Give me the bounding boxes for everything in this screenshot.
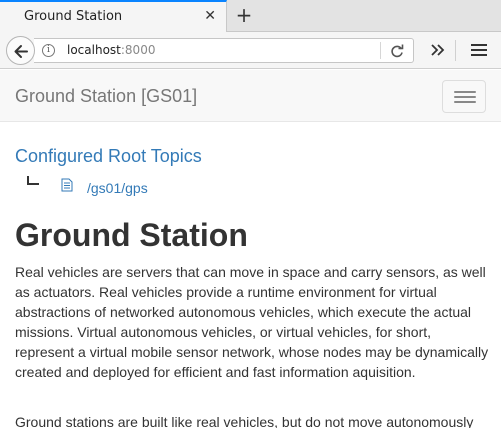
hamburger-menu-icon[interactable] bbox=[470, 43, 488, 57]
toggle-bar-icon bbox=[454, 96, 476, 98]
page-title: Ground Station bbox=[15, 217, 248, 253]
url-host: localhost bbox=[67, 43, 121, 57]
back-button[interactable] bbox=[6, 36, 35, 65]
toggle-bar-icon bbox=[454, 91, 476, 93]
intro-paragraph: Real vehicles are servers that can move … bbox=[15, 264, 489, 380]
tree-connector-icon bbox=[27, 176, 39, 185]
ground-station-paragraph: Ground stations are built like real vehi… bbox=[15, 414, 474, 428]
document-icon bbox=[61, 178, 73, 192]
url-port: :8000 bbox=[120, 43, 156, 57]
url-text: localhost:8000 bbox=[67, 43, 155, 57]
info-icon[interactable]: i bbox=[42, 44, 55, 57]
toolbar-divider bbox=[455, 40, 456, 61]
reload-icon[interactable] bbox=[389, 43, 405, 59]
tab-title: Ground Station bbox=[24, 9, 123, 24]
back-arrow-icon bbox=[14, 45, 28, 58]
browser-nav-bar: i localhost:8000 bbox=[0, 32, 501, 69]
close-tab-icon[interactable]: ✕ bbox=[204, 8, 216, 24]
site-navbar: Ground Station [GS01] bbox=[0, 70, 501, 122]
site-brand[interactable]: Ground Station [GS01] bbox=[15, 86, 197, 107]
url-bar[interactable]: i localhost:8000 bbox=[34, 38, 414, 63]
toggle-bar-icon bbox=[454, 101, 476, 103]
navbar-toggle-button[interactable] bbox=[442, 80, 486, 113]
url-divider bbox=[380, 42, 381, 59]
overflow-chevrons-icon[interactable] bbox=[428, 42, 446, 58]
browser-tab-strip: Ground Station ✕ + bbox=[0, 0, 501, 32]
new-tab-button[interactable]: + bbox=[234, 4, 254, 26]
topic-link[interactable]: /gs01/gps bbox=[87, 180, 148, 196]
browser-tab[interactable]: Ground Station ✕ bbox=[0, 0, 227, 32]
root-topics-heading[interactable]: Configured Root Topics bbox=[15, 146, 202, 167]
